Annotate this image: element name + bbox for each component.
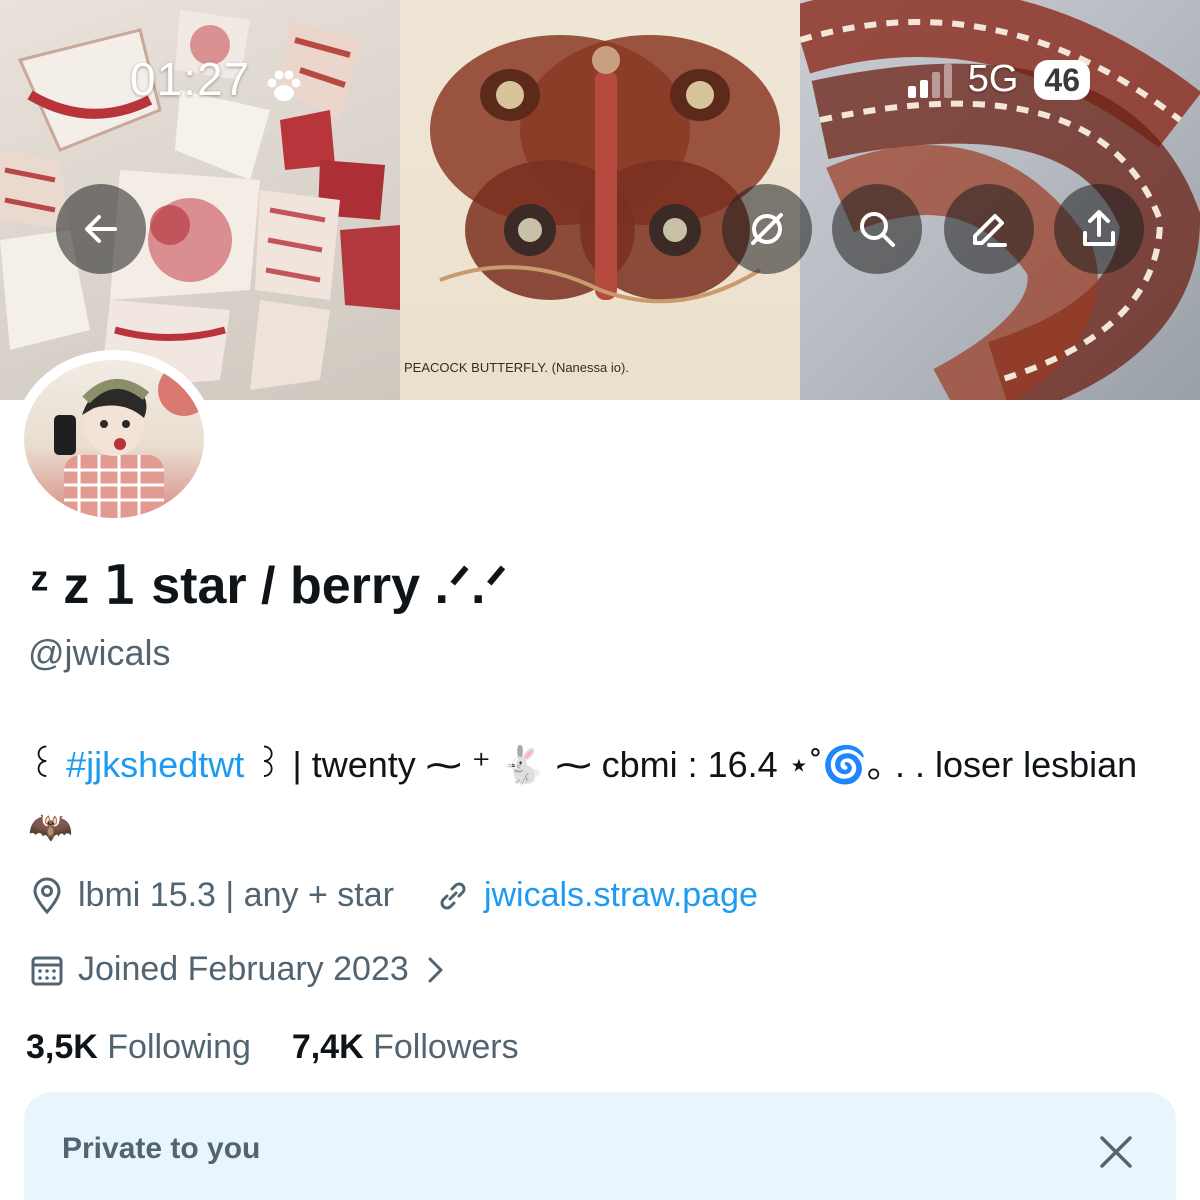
back-button[interactable] bbox=[56, 184, 146, 274]
edit-button[interactable] bbox=[944, 184, 1034, 274]
location-pin-icon bbox=[33, 877, 61, 914]
status-indicators: 5G 46 bbox=[907, 58, 1090, 101]
search-button[interactable] bbox=[832, 184, 922, 274]
follow-stats: 3,5K Following 7,4K Followers bbox=[26, 1028, 519, 1067]
display-name: ᶻ z 𝟣 star / berry .ᐟ.ᐟ bbox=[30, 557, 508, 615]
back-arrow-icon bbox=[85, 215, 117, 243]
grok-icon bbox=[751, 213, 783, 245]
edit-icon bbox=[973, 214, 1007, 247]
close-icon bbox=[1100, 1136, 1132, 1168]
followers-label: Followers bbox=[373, 1028, 519, 1066]
battery-level: 46 bbox=[1034, 59, 1090, 100]
profile-bio: ꒰ #jjkshedtwt ꒱ | twenty ⁓ ⁺ 🐇 ⁓ cbmi : … bbox=[28, 734, 1178, 858]
followers-count: 7,4K bbox=[291, 1028, 364, 1066]
search-icon bbox=[860, 212, 895, 247]
private-to-you-card: Private to you bbox=[24, 1092, 1176, 1200]
network-type: 5G bbox=[967, 58, 1019, 100]
location-text: lbmi 15.3 | any + star bbox=[78, 876, 394, 914]
following-label: Following bbox=[107, 1028, 251, 1066]
chevron-right-icon bbox=[428, 957, 443, 982]
followers-link[interactable]: 7,4K Followers bbox=[292, 1028, 519, 1066]
banner-caption: PEACOCK BUTTERFLY. (Nanessa io). bbox=[404, 360, 629, 375]
status-time: 01:27 bbox=[130, 52, 304, 106]
joined-date: Joined February 2023 bbox=[78, 950, 409, 988]
following-count: 3,5K bbox=[26, 1028, 98, 1066]
profile-avatar[interactable] bbox=[14, 350, 214, 528]
grok-button[interactable] bbox=[722, 184, 812, 274]
signal-icon bbox=[907, 62, 952, 98]
following-link[interactable]: 3,5K Following bbox=[26, 1028, 251, 1066]
avatar-image bbox=[24, 360, 204, 518]
bio-hashtag[interactable]: #jjkshedtwt bbox=[66, 744, 244, 785]
close-button[interactable] bbox=[1096, 1132, 1136, 1172]
user-handle: @jwicals bbox=[28, 632, 171, 673]
paw-icon bbox=[264, 63, 304, 103]
private-label: Private to you bbox=[62, 1132, 261, 1165]
profile-meta-joined[interactable]: Joined February 2023 bbox=[28, 950, 455, 989]
bio-prefix: ꒰ bbox=[28, 744, 67, 785]
website-link[interactable]: jwicals.straw.page bbox=[484, 876, 758, 915]
calendar-icon bbox=[31, 956, 63, 985]
link-icon bbox=[440, 882, 466, 909]
profile-meta-location: lbmi 15.3 | any + star jwicals.straw.pag… bbox=[28, 876, 758, 915]
share-icon bbox=[1083, 210, 1115, 246]
share-button[interactable] bbox=[1054, 184, 1144, 274]
